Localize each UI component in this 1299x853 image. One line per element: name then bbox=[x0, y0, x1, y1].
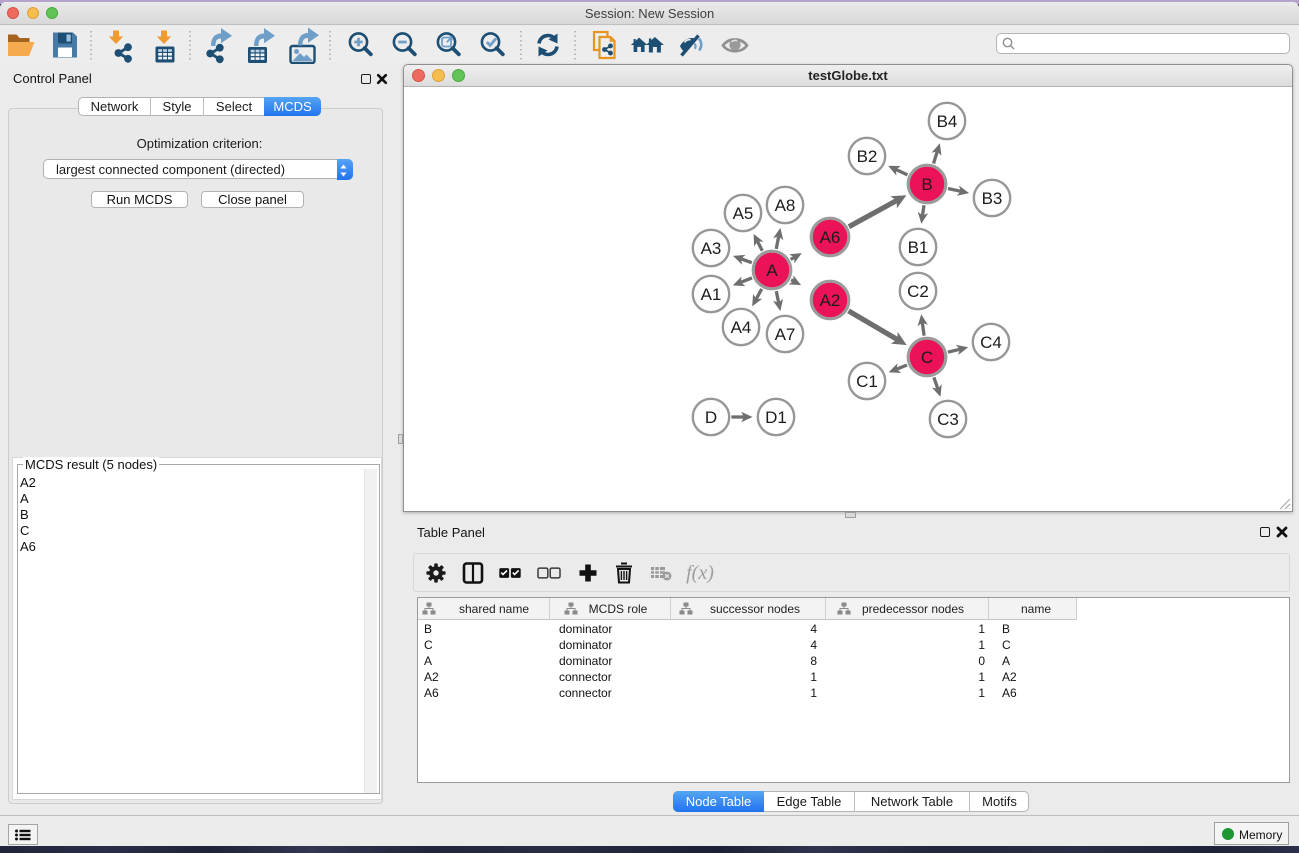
svg-text:C3: C3 bbox=[937, 410, 959, 429]
svg-text:C: C bbox=[921, 348, 933, 367]
svg-text:f(x): f(x) bbox=[686, 562, 714, 584]
svg-text:C2: C2 bbox=[907, 282, 929, 301]
svg-text:C1: C1 bbox=[856, 372, 878, 391]
svg-text:A8: A8 bbox=[775, 196, 796, 215]
svg-text:B1: B1 bbox=[908, 238, 929, 257]
svg-text:A4: A4 bbox=[731, 318, 752, 337]
svg-text:A6: A6 bbox=[820, 228, 841, 247]
svg-text:A2: A2 bbox=[820, 291, 841, 310]
svg-text:A3: A3 bbox=[701, 239, 722, 258]
svg-text:B4: B4 bbox=[937, 112, 958, 131]
svg-text:B: B bbox=[921, 175, 932, 194]
svg-text:B3: B3 bbox=[982, 189, 1003, 208]
svg-text:A7: A7 bbox=[775, 325, 796, 344]
svg-text:D1: D1 bbox=[765, 408, 787, 427]
svg-text:B2: B2 bbox=[857, 147, 878, 166]
svg-text:C4: C4 bbox=[980, 333, 1002, 352]
svg-text:D: D bbox=[705, 408, 717, 427]
svg-text:A: A bbox=[766, 261, 778, 280]
svg-text:A1: A1 bbox=[701, 285, 722, 304]
svg-text:A5: A5 bbox=[733, 204, 754, 223]
